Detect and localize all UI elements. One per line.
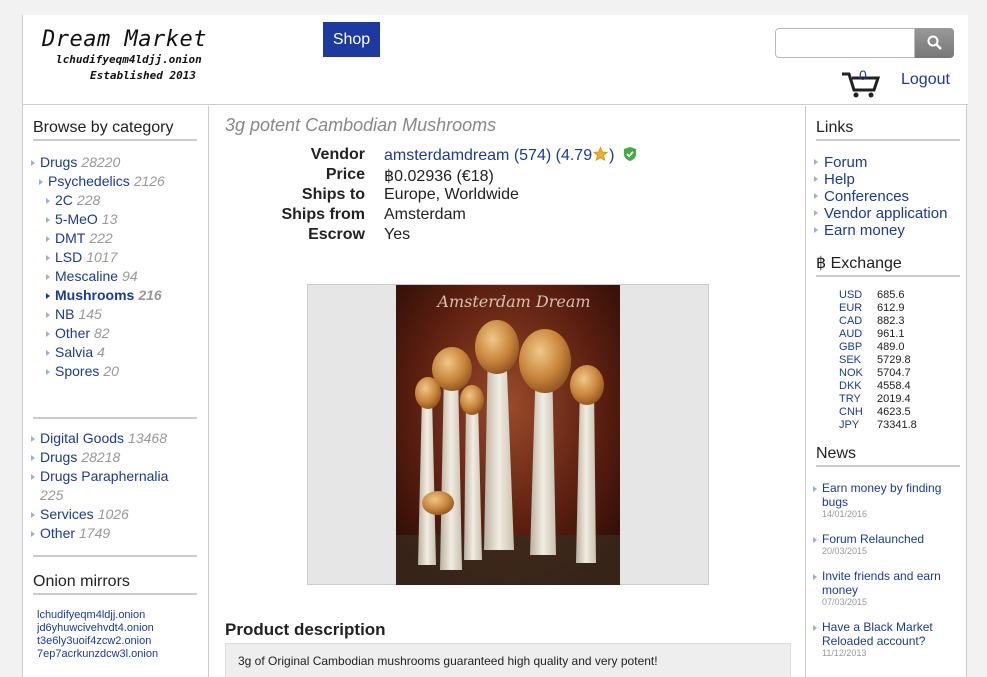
category-item[interactable]: Spores 20 bbox=[46, 362, 165, 381]
vendor-label: Vendor bbox=[310, 146, 365, 163]
link-vendor-application[interactable]: Vendor application bbox=[814, 205, 947, 222]
category-item[interactable]: Other 82 bbox=[46, 324, 165, 343]
category-item[interactable]: Digital Goods 13468 bbox=[31, 429, 200, 448]
ships-to-label: Ships to bbox=[301, 186, 365, 203]
exchange-table: USD 685.6 EUR 612.9 CAD 882.3 AUD 961.1 GBP 4… bbox=[839, 289, 917, 432]
verified-shield-icon bbox=[623, 147, 636, 161]
category-item[interactable]: DMT 222 bbox=[46, 229, 165, 248]
vendor-rating[interactable]: (574) (4.79 bbox=[514, 147, 592, 164]
search-button[interactable] bbox=[915, 28, 954, 58]
vendor-value: amsterdamdream (574) (4.79) bbox=[384, 146, 637, 165]
news-title: News bbox=[816, 445, 960, 467]
top-category-list: Digital Goods 13468 Drugs 28218 Drugs Para… bbox=[31, 429, 200, 543]
product-image-frame: Amsterdam Dream bbox=[307, 284, 709, 585]
news-item[interactable]: Have a Black Market Reloaded account? 11/… bbox=[813, 620, 962, 658]
news-list: Earn money by finding bugs 14/01/2016 For… bbox=[813, 481, 962, 671]
search-icon bbox=[927, 35, 942, 50]
price-label: Price bbox=[325, 166, 365, 183]
category-item[interactable]: Services 1026 bbox=[31, 505, 200, 524]
category-item[interactable]: Drugs Paraphernalia 225 bbox=[31, 467, 200, 505]
links-list: Forum Help Conferences Vendor applicatio… bbox=[814, 154, 947, 239]
link-conferences[interactable]: Conferences bbox=[814, 188, 947, 205]
price-value: ฿0.02936 (€18) bbox=[384, 168, 494, 185]
category-item[interactable]: Mescaline 94 bbox=[46, 267, 165, 286]
mirrors-title: Onion mirrors bbox=[33, 573, 197, 595]
mirror-list: lchudifyeqm4ldjj.onion jd6yhuwcivehvdt4.… bbox=[37, 609, 158, 661]
link-forum[interactable]: Forum bbox=[814, 154, 947, 171]
news-item[interactable]: Forum Relaunched 20/03/2015 bbox=[813, 532, 962, 556]
description-title: Product description bbox=[225, 620, 386, 639]
links-title: Links bbox=[816, 119, 960, 141]
mirror-link[interactable]: 7ep7acrkunzdcw3l.onion bbox=[37, 648, 158, 661]
link-earn-money[interactable]: Earn money bbox=[814, 222, 947, 239]
ships-to-value: Europe, Worldwide bbox=[384, 186, 519, 203]
exchange-row: CNH 4623.5 bbox=[839, 406, 911, 418]
category-item[interactable]: Drugs 28218 bbox=[31, 448, 200, 467]
divider bbox=[33, 417, 197, 419]
category-item[interactable]: 5-MeO 13 bbox=[46, 210, 165, 229]
search-input[interactable] bbox=[775, 28, 915, 58]
category-item[interactable]: 2C 228 bbox=[46, 191, 165, 210]
category-item[interactable]: Psychedelics 2126 bbox=[39, 172, 165, 191]
exchange-title: ฿ Exchange bbox=[816, 253, 960, 277]
description-box: 3g of Original Cambodian mushrooms guara… bbox=[225, 643, 791, 677]
right-sidebar: Links Forum Help Conferences Vendor appl… bbox=[805, 106, 968, 677]
link-help[interactable]: Help bbox=[814, 171, 947, 188]
exchange-row: TRY 2019.4 bbox=[839, 393, 911, 405]
category-item-active[interactable]: Mushrooms 216 bbox=[46, 286, 165, 305]
ships-from-label: Ships from bbox=[281, 206, 365, 223]
exchange-row: GBP 489.0 bbox=[839, 341, 905, 353]
escrow-label: Escrow bbox=[308, 226, 365, 243]
page-frame: Dream Market lchudifyeqm4ldjj.onion Esta… bbox=[22, 15, 968, 677]
site-header: Dream Market lchudifyeqm4ldjj.onion Esta… bbox=[23, 15, 968, 105]
news-item[interactable]: Invite friends and earn money 07/03/2015 bbox=[813, 569, 962, 607]
category-item[interactable]: Other 1749 bbox=[31, 524, 200, 543]
product-photo[interactable]: Amsterdam Dream bbox=[396, 285, 620, 585]
exchange-row: EUR 612.9 bbox=[839, 302, 905, 314]
exchange-row: USD 685.6 bbox=[839, 289, 905, 301]
exchange-row: NOK 5704.7 bbox=[839, 367, 911, 379]
site-logo-title[interactable]: Dream Market bbox=[42, 27, 207, 52]
cart-count[interactable]: 0 bbox=[859, 67, 867, 83]
shop-button[interactable]: Shop bbox=[323, 22, 380, 57]
description-text: 3g of Original Cambodian mushrooms guara… bbox=[238, 654, 658, 668]
mirror-link[interactable]: lchudifyeqm4ldjj.onion bbox=[37, 609, 158, 622]
ships-from-value: Amsterdam bbox=[384, 206, 466, 223]
divider bbox=[33, 555, 197, 557]
vendor-rating-close[interactable]: ) bbox=[609, 147, 614, 164]
logout-link[interactable]: Logout bbox=[901, 71, 950, 89]
category-item[interactable]: NB 145 bbox=[46, 305, 165, 324]
site-logo-established: Established 2013 bbox=[90, 69, 196, 82]
star-icon bbox=[593, 146, 609, 162]
news-item[interactable]: Earn money by finding bugs 14/01/2016 bbox=[813, 481, 962, 519]
mirror-link[interactable]: t3e6ly3uoif4zcw2.onion bbox=[37, 635, 158, 648]
exchange-row: JPY 73341.8 bbox=[839, 419, 917, 431]
left-sidebar: Browse by category Drugs 28220 Psychedeli… bbox=[23, 106, 209, 677]
exchange-row: DKK 4558.4 bbox=[839, 380, 911, 392]
category-item[interactable]: Salvia 4 bbox=[46, 343, 165, 362]
product-title: 3g potent Cambodian Mushrooms bbox=[225, 115, 497, 135]
site-logo-onion: lchudifyeqm4ldjj.onion bbox=[56, 53, 202, 66]
exchange-row: CAD 882.3 bbox=[839, 315, 905, 327]
image-watermark: Amsterdam Dream bbox=[435, 292, 590, 311]
mirror-link[interactable]: jd6yhuwcivehvdt4.onion bbox=[37, 622, 158, 635]
browse-title: Browse by category bbox=[33, 119, 197, 141]
escrow-value: Yes bbox=[384, 226, 411, 243]
category-item[interactable]: LSD 1017 bbox=[46, 248, 165, 267]
category-tree: Drugs 28220 Psychedelics 2126 2C 228 5-MeO 1… bbox=[31, 153, 165, 381]
exchange-row: SEK 5729.8 bbox=[839, 354, 911, 366]
category-item[interactable]: Drugs 28220 bbox=[31, 153, 165, 172]
exchange-row: AUD 961.1 bbox=[839, 328, 905, 340]
vendor-link[interactable]: amsterdamdream bbox=[384, 147, 509, 164]
